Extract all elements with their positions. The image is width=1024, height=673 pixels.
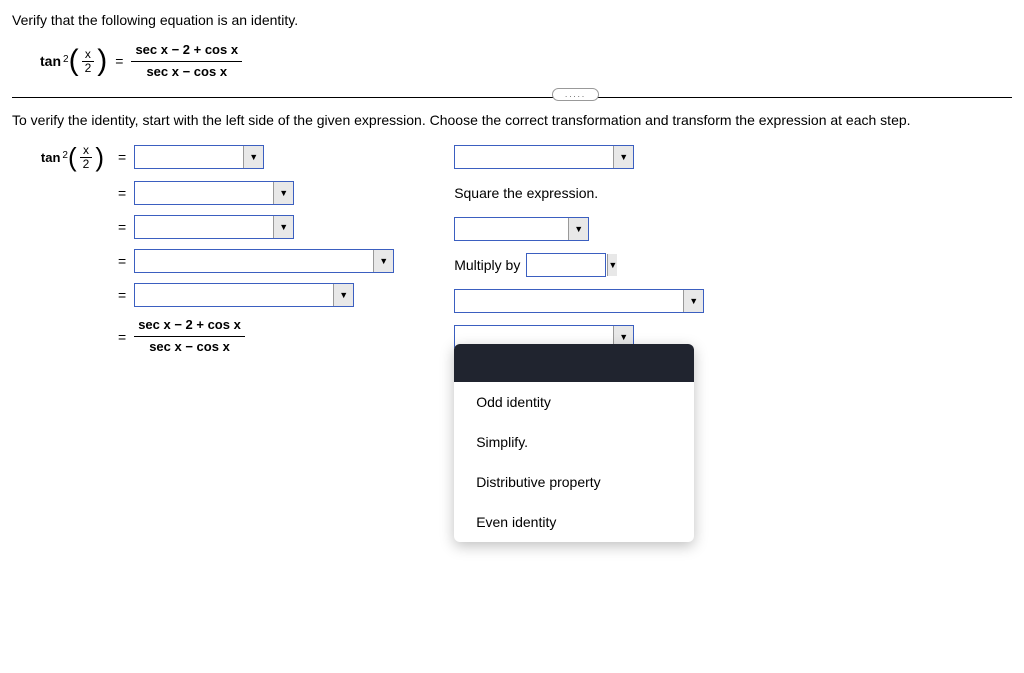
eq-4: = [118, 253, 126, 269]
dropdown-option[interactable]: Distributive property [454, 462, 694, 502]
dropdown-option[interactable]: Odd identity [454, 382, 694, 422]
rhs-denominator: sec x − cos x [142, 62, 231, 81]
final-expression: sec x − 2 + cos x sec x − cos x [134, 317, 245, 356]
step3-expression-select[interactable]: ▼ [134, 215, 294, 239]
dropdown-arrow-icon[interactable]: ▼ [333, 284, 353, 306]
exponent-2: 2 [63, 54, 69, 65]
step1-exp: 2 [62, 150, 68, 161]
right-paren: ) [97, 46, 107, 76]
reason1-select[interactable]: ▼ [454, 145, 634, 169]
section-divider [12, 97, 1012, 98]
reason3-select[interactable]: ▼ [454, 217, 589, 241]
dropdown-arrow-icon[interactable]: ▼ [273, 216, 293, 238]
eq-5: = [118, 287, 126, 303]
dropdown-arrow-icon[interactable]: ▼ [683, 290, 703, 312]
instruction-text: Verify that the following equation is an… [12, 12, 1012, 28]
dropdown-arrow-icon[interactable]: ▼ [243, 146, 263, 168]
reason6-dropdown-menu[interactable]: Odd identity Simplify. Distributive prop… [454, 344, 694, 542]
arg-denominator: 2 [82, 62, 95, 75]
step4-expression-select[interactable]: ▼ [134, 249, 394, 273]
equals-sign: = [115, 53, 123, 69]
reason5-select[interactable]: ▼ [454, 289, 704, 313]
reason2-label: Square the expression. [454, 185, 598, 201]
step5-expression-select[interactable]: ▼ [134, 283, 354, 307]
dropdown-option[interactable]: Even identity [454, 502, 694, 542]
step2-expression-select[interactable]: ▼ [134, 181, 294, 205]
left-derivation-column: tan 2 ( x 2 ) = ▼ = [30, 144, 394, 366]
func-tan: tan [40, 53, 61, 69]
dropdown-arrow-icon[interactable]: ▼ [568, 218, 588, 240]
arg-numerator: x [82, 48, 94, 62]
step1-tan: tan [41, 150, 61, 165]
dropdown-arrow-icon[interactable]: ▼ [613, 146, 633, 168]
eq-1: = [118, 149, 126, 165]
dropdown-arrow-icon[interactable]: ▼ [373, 250, 393, 272]
right-reason-column: ▼ Square the expression. ▼ Multiply by ▼… [454, 144, 704, 360]
step-instruction: To verify the identity, start with the l… [12, 112, 1012, 128]
left-paren: ( [69, 46, 79, 76]
dropdown-arrow-icon[interactable]: ▼ [607, 254, 617, 276]
dropdown-option-selected[interactable] [454, 344, 694, 382]
reason4-label: Multiply by [454, 257, 520, 273]
multiply-by-select[interactable]: ▼ [526, 253, 606, 277]
eq-2: = [118, 185, 126, 201]
step1-expression-select[interactable]: ▼ [134, 145, 264, 169]
rhs-numerator: sec x − 2 + cos x [131, 42, 242, 62]
given-equation: tan 2 ( x 2 ) = sec x − 2 + cos x sec x … [40, 42, 1012, 81]
dropdown-option[interactable]: Simplify. [454, 422, 694, 462]
eq-3: = [118, 219, 126, 235]
dropdown-arrow-icon[interactable]: ▼ [273, 182, 293, 204]
divider-bubble[interactable]: ..... [552, 88, 599, 101]
eq-6: = [118, 329, 126, 345]
